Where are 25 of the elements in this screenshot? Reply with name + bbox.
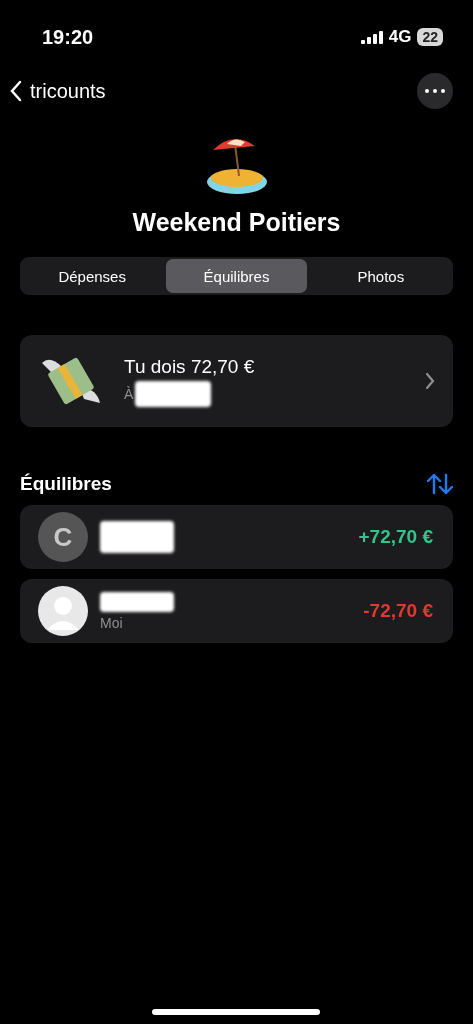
sort-icon[interactable]: [427, 473, 453, 495]
balance-amount: +72,70 €: [358, 526, 433, 548]
tab[interactable]: Équilibres: [166, 259, 307, 293]
group-title: Weekend Poitiers: [132, 208, 341, 237]
chevron-left-icon: [10, 80, 22, 102]
more-icon: [425, 89, 445, 93]
tab[interactable]: Photos: [310, 259, 451, 293]
more-button[interactable]: [417, 73, 453, 109]
balance-row[interactable]: C +72,70 €: [20, 505, 453, 569]
chevron-right-icon: [425, 372, 435, 390]
section-title: Équilibres: [20, 473, 112, 495]
network-label: 4G: [388, 27, 412, 47]
avatar: C: [38, 512, 88, 562]
signal-icon: [360, 30, 383, 44]
debt-subtitle: À: [124, 385, 134, 402]
back-button[interactable]: tricounts: [10, 79, 106, 103]
debt-card[interactable]: Tu dois 72,70 € À: [20, 335, 453, 427]
avatar-silhouette-icon: [38, 586, 88, 636]
battery-level: 22: [417, 28, 443, 46]
balance-row[interactable]: Moi -72,70 €: [20, 579, 453, 643]
balance-amount: -72,70 €: [363, 600, 433, 622]
debt-title: Tu dois 72,70 €: [124, 355, 256, 378]
tab[interactable]: Dépenses: [22, 259, 163, 293]
status-time: 19:20: [42, 25, 94, 49]
member-subtitle: Moi: [100, 614, 124, 631]
